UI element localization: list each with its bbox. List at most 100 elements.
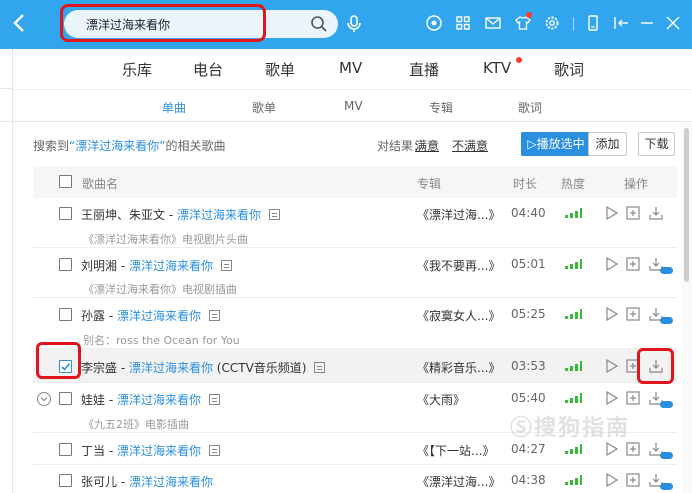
unsatisfied-link[interactable]: 不满意 xyxy=(452,137,488,154)
song-album[interactable]: 《【下一站...》 xyxy=(417,442,494,459)
search-input[interactable]: 漂洋过海来看你 xyxy=(86,16,170,33)
song-name[interactable]: 王丽坤、朱亚文 - 漂洋过海来看你 xyxy=(81,206,280,223)
song-artist[interactable]: 娃娃 - xyxy=(81,393,117,407)
download-icon[interactable] xyxy=(649,206,663,220)
settings-gear-icon[interactable] xyxy=(543,14,561,32)
mv-film-icon[interactable] xyxy=(208,394,220,405)
minimize-icon[interactable] xyxy=(638,14,656,32)
row-checkbox[interactable] xyxy=(59,443,72,456)
nav-item-library[interactable]: 乐库 xyxy=(122,59,152,80)
song-name[interactable]: 李宗盛 - 漂洋过海来看你 (CCTV音乐频道) xyxy=(81,359,326,376)
row-checkbox[interactable] xyxy=(59,392,72,405)
song-album[interactable]: 《我不要再...》 xyxy=(417,257,500,274)
mobile-phone-icon[interactable] xyxy=(584,14,602,32)
expand-versions-icon[interactable] xyxy=(37,392,51,406)
play-selected-button[interactable]: ▷播放选中 xyxy=(521,132,591,156)
song-artist[interactable]: 孙露 - xyxy=(81,309,117,323)
song-name[interactable]: 张可儿 - 漂洋过海来看你 xyxy=(81,473,213,490)
satisfied-link[interactable]: 满意 xyxy=(415,137,439,154)
select-all-checkbox[interactable] xyxy=(59,175,72,188)
song-artist[interactable]: 丁当 - xyxy=(81,444,117,458)
song-name[interactable]: 孙露 - 漂洋过海来看你 xyxy=(81,307,220,324)
song-name[interactable]: 丁当 - 漂洋过海来看你 xyxy=(81,442,220,459)
radio-target-icon[interactable] xyxy=(425,14,443,32)
left-sidebar-edge xyxy=(0,49,13,493)
mv-film-icon[interactable] xyxy=(314,362,326,373)
download-all-button[interactable]: 下载 xyxy=(638,132,675,156)
nav-item-ktv[interactable]: KTV xyxy=(483,59,511,77)
voice-search-icon[interactable] xyxy=(344,14,364,34)
song-title[interactable]: 漂洋过海来看你 xyxy=(129,361,213,375)
mv-film-icon[interactable] xyxy=(208,310,220,321)
close-icon[interactable] xyxy=(664,14,682,32)
song-artist[interactable]: 张可儿 - xyxy=(81,475,129,489)
play-icon[interactable] xyxy=(605,473,619,487)
song-title[interactable]: 漂洋过海来看你 xyxy=(117,393,201,407)
song-artist[interactable]: 刘明湘 - xyxy=(81,259,129,273)
heat-bars-icon xyxy=(565,208,582,218)
add-button[interactable]: 添加 xyxy=(588,132,627,156)
search-box[interactable]: 漂洋过海来看你 xyxy=(64,10,338,38)
song-album[interactable]: 《漂洋过海...》 xyxy=(417,206,500,223)
song-row[interactable]: 王丽坤、朱亚文 - 漂洋过海来看你 《漂洋过海来看你》电视剧片头曲 《漂洋过海.… xyxy=(33,198,677,248)
add-to-list-icon[interactable] xyxy=(626,307,640,321)
tab-lyrics[interactable]: 歌词 xyxy=(518,99,542,116)
play-icon[interactable] xyxy=(605,359,619,373)
mv-film-icon[interactable] xyxy=(208,445,220,456)
add-to-list-icon[interactable] xyxy=(626,257,640,271)
song-duration: 05:40 xyxy=(511,391,546,405)
mail-icon[interactable] xyxy=(484,14,502,32)
song-album[interactable]: 《漂洋过海...》 xyxy=(417,473,500,490)
song-row-selected[interactable]: 李宗盛 - 漂洋过海来看你 (CCTV音乐频道) 《精彩音乐...》 03:53 xyxy=(33,349,677,383)
song-row[interactable]: 张可儿 - 漂洋过海来看你 《漂洋过海...》 04:38 xyxy=(33,465,677,493)
play-icon[interactable] xyxy=(605,442,619,456)
song-album[interactable]: 《寂寞女人...》 xyxy=(417,307,500,324)
play-icon[interactable] xyxy=(605,206,619,220)
play-icon[interactable] xyxy=(605,307,619,321)
song-name[interactable]: 刘明湘 - 漂洋过海来看你 xyxy=(81,257,232,274)
back-arrow-icon[interactable] xyxy=(12,12,34,36)
add-to-list-icon[interactable] xyxy=(626,206,640,220)
play-icon[interactable] xyxy=(605,257,619,271)
song-title[interactable]: 漂洋过海来看你 xyxy=(177,208,261,222)
song-row[interactable]: 孙露 - 漂洋过海来看你 别名：ross the Ocean for You 《… xyxy=(33,298,677,349)
nav-item-radio[interactable]: 电台 xyxy=(193,59,223,80)
song-artist[interactable]: 王丽坤、朱亚文 - xyxy=(81,208,177,222)
add-to-list-icon[interactable] xyxy=(626,473,640,487)
row-checkbox[interactable] xyxy=(59,308,72,321)
nav-item-mv[interactable]: MV xyxy=(339,59,362,77)
download-icon[interactable] xyxy=(649,359,663,373)
song-album[interactable]: 《精彩音乐...》 xyxy=(417,359,500,376)
nav-item-live[interactable]: 直播 xyxy=(409,59,439,80)
nav-item-lyrics[interactable]: 歌词 xyxy=(554,59,584,80)
song-title[interactable]: 漂洋过海来看你 xyxy=(129,259,213,273)
row-checkbox-checked[interactable] xyxy=(59,360,72,373)
row-checkbox[interactable] xyxy=(59,258,72,271)
tab-songs[interactable]: 单曲 xyxy=(162,99,186,116)
song-album[interactable]: 《大雨》 xyxy=(417,391,465,408)
add-to-list-icon[interactable] xyxy=(626,391,640,405)
song-title[interactable]: 漂洋过海来看你 xyxy=(117,309,201,323)
tab-playlists[interactable]: 歌单 xyxy=(252,99,276,116)
row-checkbox[interactable] xyxy=(59,474,72,487)
mv-film-icon[interactable] xyxy=(268,209,280,220)
nav-item-playlist[interactable]: 歌单 xyxy=(265,59,295,80)
add-to-list-icon[interactable] xyxy=(626,442,640,456)
song-title[interactable]: 漂洋过海来看你 xyxy=(129,475,213,489)
mini-mode-icon[interactable] xyxy=(612,14,630,32)
watermark: Ⓢ搜狗指南 xyxy=(510,416,631,441)
scrollbar-thumb[interactable] xyxy=(684,128,689,282)
song-artist[interactable]: 李宗盛 - xyxy=(81,361,129,375)
sq-quality-badge xyxy=(660,401,673,408)
grid-apps-icon[interactable] xyxy=(454,14,472,32)
tab-albums[interactable]: 专辑 xyxy=(429,99,453,116)
play-icon[interactable] xyxy=(605,391,619,405)
row-checkbox[interactable] xyxy=(59,207,72,220)
song-name[interactable]: 娃娃 - 漂洋过海来看你 xyxy=(81,391,220,408)
mv-film-icon[interactable] xyxy=(220,260,232,271)
tab-mv[interactable]: MV xyxy=(344,99,363,113)
search-icon[interactable] xyxy=(310,15,328,33)
add-to-list-icon[interactable] xyxy=(626,359,640,373)
song-title[interactable]: 漂洋过海来看你 xyxy=(117,444,201,458)
song-row[interactable]: 刘明湘 - 漂洋过海来看你 《漂洋过海来看你》电视剧插曲 《我不要再...》 0… xyxy=(33,248,677,298)
